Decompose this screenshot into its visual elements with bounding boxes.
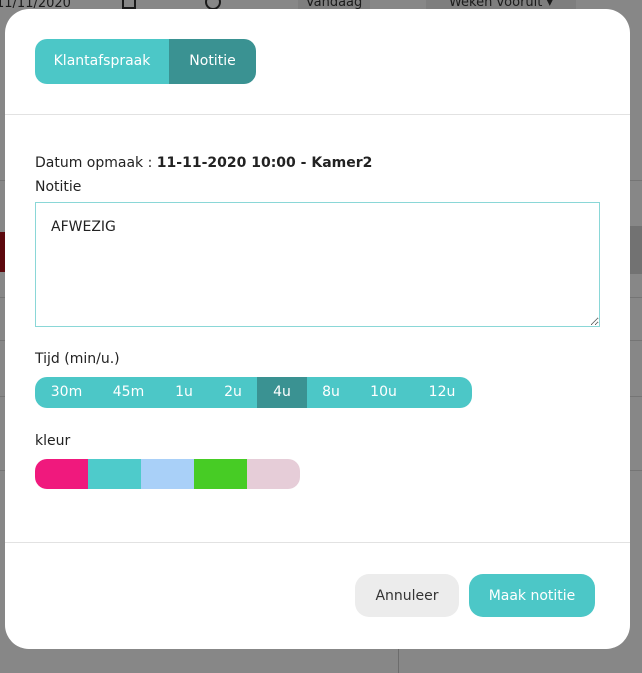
modal-header: Klantafspraak Notitie	[5, 9, 630, 115]
time-option-10u[interactable]: 10u	[355, 377, 412, 408]
color-swatch-light-blue[interactable]	[141, 459, 194, 489]
tab-notitie[interactable]: Notitie	[169, 39, 256, 84]
note-textarea[interactable]: AFWEZIG	[35, 202, 600, 327]
time-selector: 30m 45m 1u 2u 4u 8u 10u 12u	[35, 377, 472, 408]
color-swatch-green[interactable]	[194, 459, 247, 489]
created-date-label: Datum opmaak :	[35, 155, 157, 171]
time-option-1u[interactable]: 1u	[159, 377, 209, 408]
time-option-4u[interactable]: 4u	[257, 377, 307, 408]
time-option-8u[interactable]: 8u	[307, 377, 355, 408]
created-date: Datum opmaak : 11-11-2020 10:00 - Kamer2	[35, 155, 372, 171]
color-label: kleur	[35, 433, 71, 449]
time-option-12u[interactable]: 12u	[412, 377, 472, 408]
time-option-45m[interactable]: 45m	[98, 377, 159, 408]
created-date-value: 11-11-2020 10:00 - Kamer2	[156, 155, 373, 171]
type-toggle: Klantafspraak Notitie	[35, 39, 256, 84]
note-label: Notitie	[35, 179, 82, 195]
color-swatch-pink[interactable]	[35, 459, 88, 489]
time-label: Tijd (min/u.)	[35, 351, 120, 367]
modal-footer: Annuleer Maak notitie	[5, 543, 630, 648]
new-note-modal: Klantafspraak Notitie Datum opmaak : 11-…	[5, 9, 630, 649]
color-selector	[35, 459, 300, 489]
color-swatch-teal[interactable]	[88, 459, 141, 489]
modal-body: Datum opmaak : 11-11-2020 10:00 - Kamer2…	[5, 115, 630, 543]
tab-klantafspraak[interactable]: Klantafspraak	[35, 39, 169, 84]
cancel-button[interactable]: Annuleer	[355, 574, 459, 617]
color-swatch-light-pink[interactable]	[247, 459, 300, 489]
time-option-2u[interactable]: 2u	[209, 377, 257, 408]
create-note-button[interactable]: Maak notitie	[469, 574, 595, 617]
time-option-30m[interactable]: 30m	[35, 377, 98, 408]
